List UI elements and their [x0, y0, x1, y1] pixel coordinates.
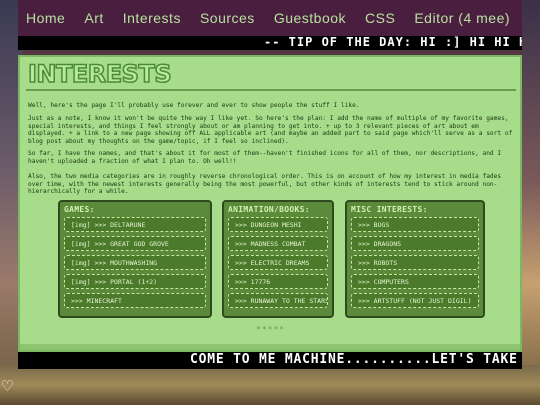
- nav-guestbook-link[interactable]: Guestbook: [274, 10, 346, 26]
- interests-panel: INTERESTS Well, here's the page I'll pro…: [18, 55, 522, 352]
- tip-ticker: -- TIP OF THE DAY: HI :] HI HI HE: [18, 36, 522, 50]
- nav-home-link[interactable]: Home: [26, 10, 65, 26]
- animation-books-column: ANIMATION/BOOKS: >>> DUNGEON MESHI >>> M…: [222, 200, 334, 318]
- tip-ticker-text: -- TIP OF THE DAY: HI :] HI HI HE: [264, 36, 522, 49]
- plan-paragraph: Just as a note, I know it won't be quite…: [28, 115, 513, 145]
- games-item[interactable]: [img] >>> PORTAL (1+2): [64, 274, 206, 289]
- misc-interests-column: MISC INTERESTS: >>> BUGS >>> DRAGONS >>>…: [345, 200, 485, 318]
- games-column-title: GAMES:: [64, 205, 95, 214]
- games-item[interactable]: [img] >>> GREAT GOD GROVE: [64, 236, 206, 251]
- nav-css-link[interactable]: CSS: [365, 10, 395, 26]
- misc-interests-item[interactable]: >>> ROBOTS: [351, 255, 479, 270]
- games-item[interactable]: >>> MINECRAFT: [64, 293, 206, 308]
- bottom-ticker: COME TO ME MACHINE..........LET'S TAKE I…: [18, 352, 522, 369]
- misc-interests-item[interactable]: >>> DRAGONS: [351, 236, 479, 251]
- intro-paragraph: Well, here's the page I'll probably use …: [28, 102, 360, 109]
- background-right: [522, 0, 540, 405]
- progress-paragraph: So far, I have the names, and that's abo…: [28, 150, 502, 165]
- misc-interests-column-title: MISC INTERESTS:: [351, 205, 428, 214]
- nav-sources-link[interactable]: Sources: [200, 10, 255, 26]
- games-column: GAMES: [img] >>> DELTARUNE [img] >>> GRE…: [58, 200, 212, 318]
- animation-books-item[interactable]: >>> 17776: [228, 274, 328, 289]
- misc-interests-item[interactable]: >>> COMPUTERS: [351, 274, 479, 289]
- top-nav: Home Art Interests Sources Guestbook CSS…: [18, 0, 522, 36]
- bottom-ticker-text: COME TO ME MACHINE..........LET'S TAKE I…: [190, 352, 522, 367]
- order-paragraph: Also, the two media categories are in ro…: [28, 173, 502, 195]
- animation-books-item[interactable]: >>> DUNGEON MESHI: [228, 217, 328, 232]
- background-bottom: [0, 365, 540, 405]
- panel-footer-bar: [20, 344, 520, 350]
- games-item[interactable]: [img] >>> MOUTHWASHING: [64, 255, 206, 270]
- animation-books-item[interactable]: >>> ELECTRIC DREAMS: [228, 255, 328, 270]
- star-divider: *****: [256, 325, 286, 334]
- games-item[interactable]: [img] >>> DELTARUNE: [64, 217, 206, 232]
- page-title: INTERESTS: [27, 59, 172, 89]
- animation-books-item[interactable]: >>> RUNAWAY TO THE STARS: [228, 293, 328, 308]
- animation-books-item[interactable]: >>> MADNESS COMBAT: [228, 236, 328, 251]
- nav-art-link[interactable]: Art: [84, 10, 103, 26]
- misc-interests-item[interactable]: >>> ARTSTUFF (NOT JUST DIGIL): [351, 293, 479, 308]
- nav-editor-link[interactable]: Editor (4 mee): [414, 10, 510, 26]
- nav-interests-link[interactable]: Interests: [123, 10, 181, 26]
- heart-icon: ♡: [2, 376, 13, 397]
- animation-books-column-title: ANIMATION/BOOKS:: [228, 205, 310, 214]
- misc-interests-item[interactable]: >>> BUGS: [351, 217, 479, 232]
- page-heading: INTERESTS: [26, 59, 516, 91]
